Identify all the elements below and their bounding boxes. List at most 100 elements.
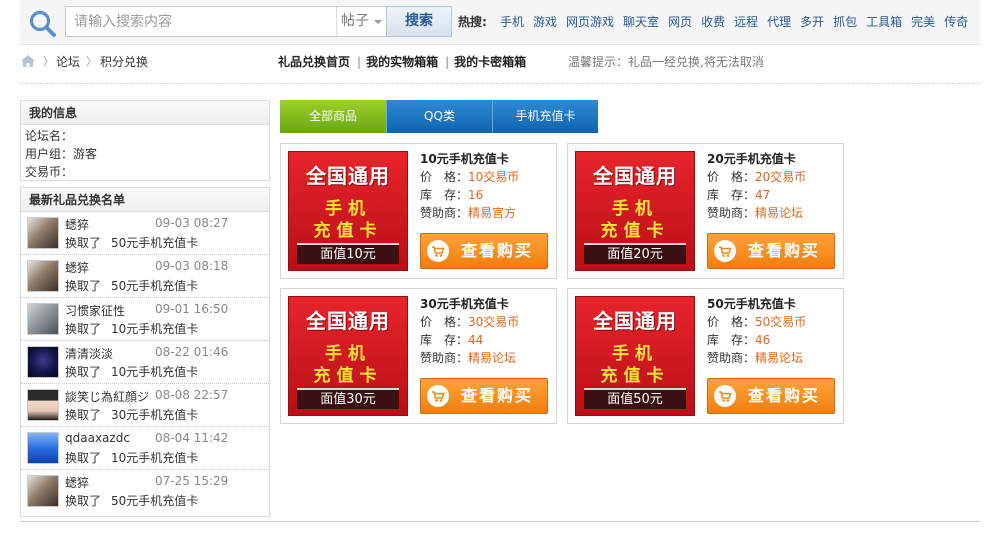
home-icon[interactable] <box>20 54 36 68</box>
hot-link[interactable]: 代理 <box>767 15 791 29</box>
avatar[interactable] <box>27 303 59 335</box>
price-label: 价 格： <box>707 315 756 329</box>
record-user-name[interactable]: qdaaxazdc <box>65 431 130 445</box>
nav-physical-box[interactable]: 我的实物箱箱 <box>366 55 438 69</box>
record-user-name[interactable]: 习惯家征性 <box>65 302 125 319</box>
product-price: 30交易币 <box>468 315 520 329</box>
record-item: 50元手机充值卡 <box>111 279 199 293</box>
product-price: 50交易币 <box>755 315 807 329</box>
hot-search-links: 手机 游戏 网页游戏 聊天室 网页 收费 远程 代理 多开 抓包 工具箱 完美 传奇 <box>500 13 977 30</box>
hot-link[interactable]: 传奇 <box>944 15 968 29</box>
product-sponsor[interactable]: 精易论坛 <box>755 351 803 365</box>
product-card: 全国通用 手机 充值卡 面值50元 50元手机充值卡价 格：50交易币库 存：46 赞助商… <box>567 288 844 424</box>
shopping-cart-icon <box>714 240 736 262</box>
record-action: 换取了 50元手机充值卡 <box>65 492 198 509</box>
product-sponsor[interactable]: 精易官方 <box>468 206 516 220</box>
product-image-headline: 全国通用 <box>306 164 390 188</box>
avatar[interactable] <box>27 217 59 249</box>
info-coins: 交易币： <box>25 165 74 179</box>
record-time: 07-25 15:29 <box>155 474 229 488</box>
record-item: 30元手机充值卡 <box>111 408 199 422</box>
search-button[interactable]: 搜索 <box>386 6 452 37</box>
product-image-line2: 充值卡 <box>600 366 670 386</box>
record-action: 换取了 50元手机充值卡 <box>65 234 198 251</box>
hot-link[interactable]: 手机 <box>500 15 524 29</box>
search-input[interactable] <box>66 7 336 36</box>
view-buy-button[interactable]: 查看购买 <box>420 233 548 269</box>
avatar[interactable] <box>27 260 59 292</box>
tab-phone-card[interactable]: 手机充值卡 <box>492 100 598 133</box>
product-image-face-value: 面值10元 <box>297 243 399 264</box>
product-sponsor[interactable]: 精易论坛 <box>468 351 516 365</box>
product-image[interactable]: 全国通用 手机 充值卡 面值20元 <box>575 151 695 271</box>
product-stock-row: 库 存：16 <box>420 186 483 203</box>
tab-qq[interactable]: QQ类 <box>386 100 492 133</box>
product-sponsor[interactable]: 精易论坛 <box>755 206 803 220</box>
product-price-row: 价 格：20交易币 <box>707 168 806 185</box>
exchange-record-row: qdaaxazdc 08-04 11:42 换取了 10元手机充值卡 <box>21 427 269 470</box>
hot-link[interactable]: 网页 <box>668 15 692 29</box>
hot-search-label: 热搜: <box>458 15 487 29</box>
product-title[interactable]: 20元手机充值卡 <box>707 150 796 167</box>
product-image-headline: 全国通用 <box>593 309 677 333</box>
exchange-record-row: 蟋猝 09-03 08:18 换取了 50元手机充值卡 <box>21 255 269 298</box>
exchange-record-row: 习惯家征性 09-01 16:50 换取了 10元手机充值卡 <box>21 298 269 341</box>
view-buy-button[interactable]: 查看购买 <box>707 378 835 414</box>
breadcrumb-separator-icon: 〉 <box>86 55 97 68</box>
view-buy-label: 查看购买 <box>461 241 534 260</box>
avatar[interactable] <box>27 475 59 507</box>
price-label: 价 格： <box>420 315 469 329</box>
exchange-record-row: 談笑じ為紅顔ジ 08-08 22:57 换取了 30元手机充值卡 <box>21 384 269 427</box>
recent-exchanges-list: 蟋猝 09-03 08:27 换取了 50元手机充值卡 蟋猝 09-03 08:18 换取了… <box>21 212 269 513</box>
record-user-name[interactable]: 蟋猝 <box>65 259 89 276</box>
hot-link[interactable]: 网页游戏 <box>566 15 614 29</box>
breadcrumb-forum[interactable]: 论坛 <box>56 53 80 70</box>
product-stock: 46 <box>755 333 771 347</box>
product-image-line2: 充值卡 <box>313 366 383 386</box>
avatar[interactable] <box>27 389 59 421</box>
hot-link[interactable]: 收费 <box>701 15 725 29</box>
tab-all-products[interactable]: 全部商品 <box>280 100 386 133</box>
product-title[interactable]: 30元手机充值卡 <box>420 295 509 312</box>
breadcrumb-separator-icon: 〉 <box>43 55 54 68</box>
hot-link[interactable]: 多开 <box>800 15 824 29</box>
nav-card-box[interactable]: 我的卡密箱箱 <box>454 55 526 69</box>
product-sponsor-row: 赞助商：精易论坛 <box>707 204 803 221</box>
record-action: 换取了 10元手机充值卡 <box>65 363 198 380</box>
product-image[interactable]: 全国通用 手机 充值卡 面值50元 <box>575 296 695 416</box>
product-price-row: 价 格：10交易币 <box>420 168 519 185</box>
record-time: 08-08 22:57 <box>155 388 229 402</box>
hot-link[interactable]: 抓包 <box>833 15 857 29</box>
breadcrumb-exchange[interactable]: 积分兑换 <box>100 53 148 70</box>
record-user-name[interactable]: 蟋猝 <box>65 216 89 233</box>
product-title[interactable]: 10元手机充值卡 <box>420 150 509 167</box>
hot-link[interactable]: 完美 <box>911 15 935 29</box>
nav-exchange-home[interactable]: 礼品兑换首页 <box>278 55 350 69</box>
product-stock-row: 库 存：44 <box>420 331 483 348</box>
record-action-verb: 换取了 <box>65 322 102 336</box>
view-buy-button[interactable]: 查看购买 <box>707 233 835 269</box>
product-image[interactable]: 全国通用 手机 充值卡 面值10元 <box>288 151 408 271</box>
product-card: 全国通用 手机 充值卡 面值20元 20元手机充值卡价 格：20交易币库 存：47 赞助商… <box>567 143 844 279</box>
search-type-select[interactable]: 帖子 <box>336 7 386 36</box>
view-buy-button[interactable]: 查看购买 <box>420 378 548 414</box>
record-user-name[interactable]: 蟋猝 <box>65 474 89 491</box>
product-image[interactable]: 全国通用 手机 充值卡 面值30元 <box>288 296 408 416</box>
product-image-headline: 全国通用 <box>593 164 677 188</box>
nav-divider: | <box>357 55 362 69</box>
hot-link[interactable]: 工具箱 <box>866 15 902 29</box>
product-stock-row: 库 存：47 <box>707 186 770 203</box>
record-item: 50元手机充值卡 <box>111 494 199 508</box>
hot-link[interactable]: 聊天室 <box>623 15 659 29</box>
product-title[interactable]: 50元手机充值卡 <box>707 295 796 312</box>
shopping-cart-icon <box>427 240 449 262</box>
avatar[interactable] <box>27 432 59 464</box>
exchange-record-row: 蟋猝 09-03 08:27 换取了 50元手机充值卡 <box>21 212 269 255</box>
product-sponsor-row: 赞助商：精易论坛 <box>420 349 516 366</box>
record-user-name[interactable]: 清清淡淡 <box>65 345 113 362</box>
record-user-name[interactable]: 談笑じ為紅顔ジ <box>65 388 149 405</box>
hot-link[interactable]: 远程 <box>734 15 758 29</box>
recent-exchanges-panel: 最新礼品兑换名单 蟋猝 09-03 08:27 换取了 50元手机充值卡 蟋猝 09-03… <box>20 187 270 517</box>
hot-link[interactable]: 游戏 <box>533 15 557 29</box>
avatar[interactable] <box>27 346 59 378</box>
